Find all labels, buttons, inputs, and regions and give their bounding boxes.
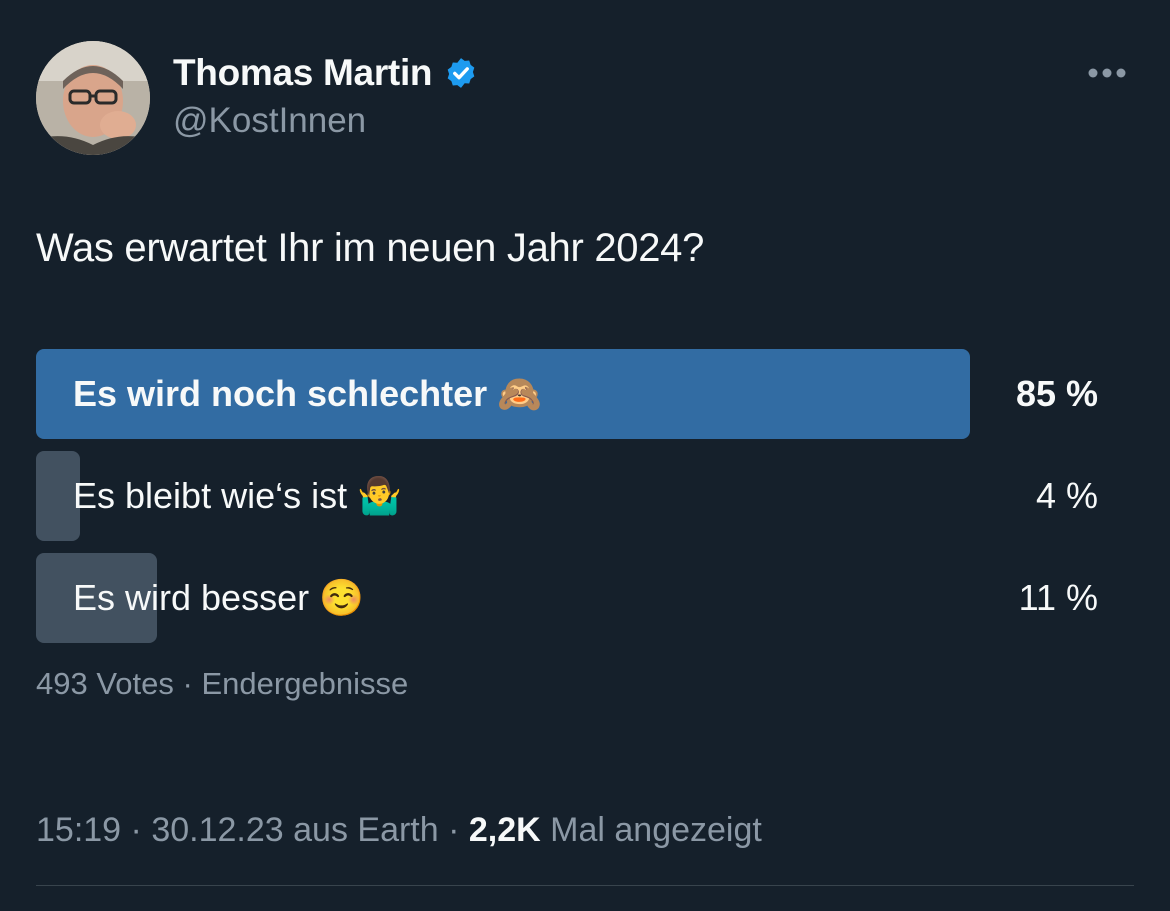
views-count: 2,2K: [468, 811, 541, 849]
footer-separator: ·: [121, 811, 152, 849]
person-photo: [36, 41, 150, 155]
tweet-text: Was erwartet Ihr im neuen Jahr 2024?: [36, 226, 705, 270]
author-handle[interactable]: @KostInnen: [173, 101, 366, 141]
poll-option-label-1: Es wird noch schlechter 🙈: [73, 373, 542, 414]
author-avatar[interactable]: [36, 41, 150, 155]
verified-badge-icon: [444, 56, 478, 90]
poll-meta-separator: ·: [173, 666, 202, 701]
poll-option-percent-3: 11 %: [1018, 577, 1098, 618]
author-name-row: Thomas Martin: [173, 52, 478, 94]
poll-option-percent-2: 4 %: [1035, 475, 1098, 516]
poll-votes: 493 Votes: [36, 666, 174, 701]
views-label: Mal angezeigt: [550, 811, 762, 849]
tweet-time[interactable]: 15:19: [36, 811, 121, 849]
poll-option-label-2: Es bleibt wie‘s ist 🤷‍♂️: [73, 475, 402, 516]
poll-option-percent-1: 85 %: [1015, 373, 1098, 414]
poll-option-1: Es wird noch schlechter 🙈 85 %: [36, 349, 1098, 439]
tweet-footer: 15:19 · 30.12.23 aus Earth · 2,2K Mal an…: [36, 811, 762, 850]
poll-status: Endergebnisse: [201, 666, 409, 701]
poll-option-label-3: Es wird besser ☺️: [73, 577, 364, 618]
footer-separator: ·: [438, 811, 469, 849]
author-name[interactable]: Thomas Martin: [173, 52, 433, 94]
poll-meta: 493 Votes · Endergebnisse: [36, 666, 408, 702]
tweet-date[interactable]: 30.12.23: [151, 811, 283, 849]
tweet-source: aus Earth: [293, 811, 439, 849]
more-options-icon[interactable]: [1082, 58, 1132, 88]
divider: [36, 885, 1134, 886]
poll-option-3: Es wird besser ☺️ 11 %: [36, 553, 1098, 643]
poll-option-2: Es bleibt wie‘s ist 🤷‍♂️ 4 %: [36, 451, 1098, 541]
